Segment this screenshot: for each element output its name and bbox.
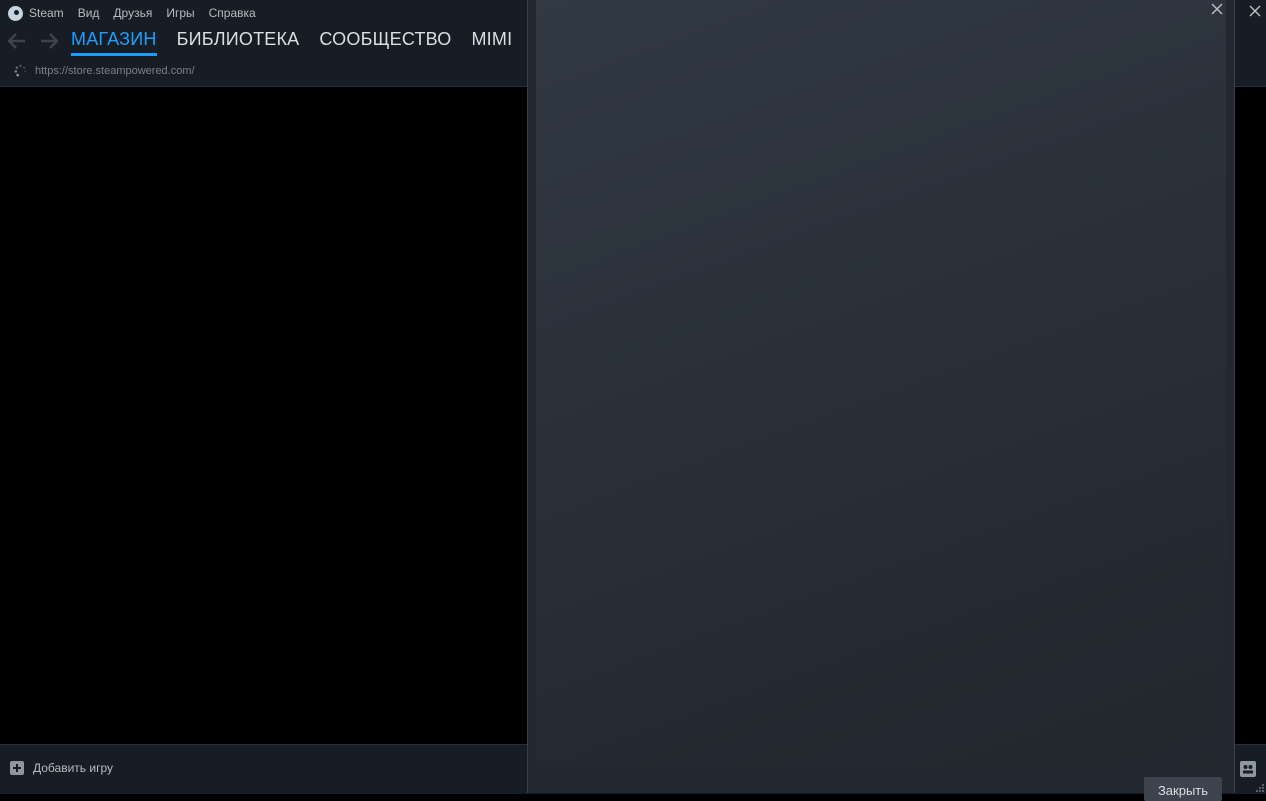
tab-profile[interactable]: MIMI — [471, 29, 512, 56]
spinner-icon — [14, 64, 27, 77]
window-close-button[interactable] — [1244, 0, 1266, 22]
close-icon — [1249, 5, 1261, 17]
menu-item-friends[interactable]: Друзья — [113, 6, 152, 20]
tab-store[interactable]: МАГАЗИН — [71, 29, 157, 56]
add-game-label: Добавить игру — [33, 761, 113, 775]
dialog-close-text-button[interactable]: Закрыть — [1144, 777, 1222, 801]
steam-logo-icon — [8, 5, 23, 21]
nav-arrows — [7, 31, 59, 51]
friends-icon[interactable] — [1240, 761, 1256, 777]
url-text[interactable]: https://store.steampowered.com/ — [35, 65, 195, 77]
menu-item-view[interactable]: Вид — [78, 6, 100, 20]
add-game-button[interactable]: Добавить игру — [10, 761, 113, 775]
menu-item-games[interactable]: Игры — [166, 6, 194, 20]
menu-item-steam[interactable]: Steam — [29, 6, 64, 20]
arrow-right-icon[interactable] — [39, 31, 59, 51]
menu-item-help[interactable]: Справка — [209, 6, 256, 20]
dialog-close-button[interactable] — [1208, 0, 1226, 18]
url-bar: https://store.steampowered.com/ — [14, 64, 195, 77]
menu-bar: Steam Вид Друзья Игры Справка — [8, 4, 270, 22]
tab-community[interactable]: СООБЩЕСТВО — [319, 29, 451, 56]
close-icon — [1211, 3, 1223, 15]
tab-library[interactable]: БИБЛИОТЕКА — [177, 29, 300, 56]
main-nav-tabs: МАГАЗИН БИБЛИОТЕКА СООБЩЕСТВО MIMI — [71, 29, 512, 56]
dialog-content-area — [536, 0, 1226, 767]
plus-icon — [10, 761, 24, 775]
arrow-left-icon[interactable] — [7, 31, 27, 51]
dialog-window: Закрыть — [527, 0, 1235, 801]
resize-grip-icon[interactable] — [1256, 784, 1264, 792]
